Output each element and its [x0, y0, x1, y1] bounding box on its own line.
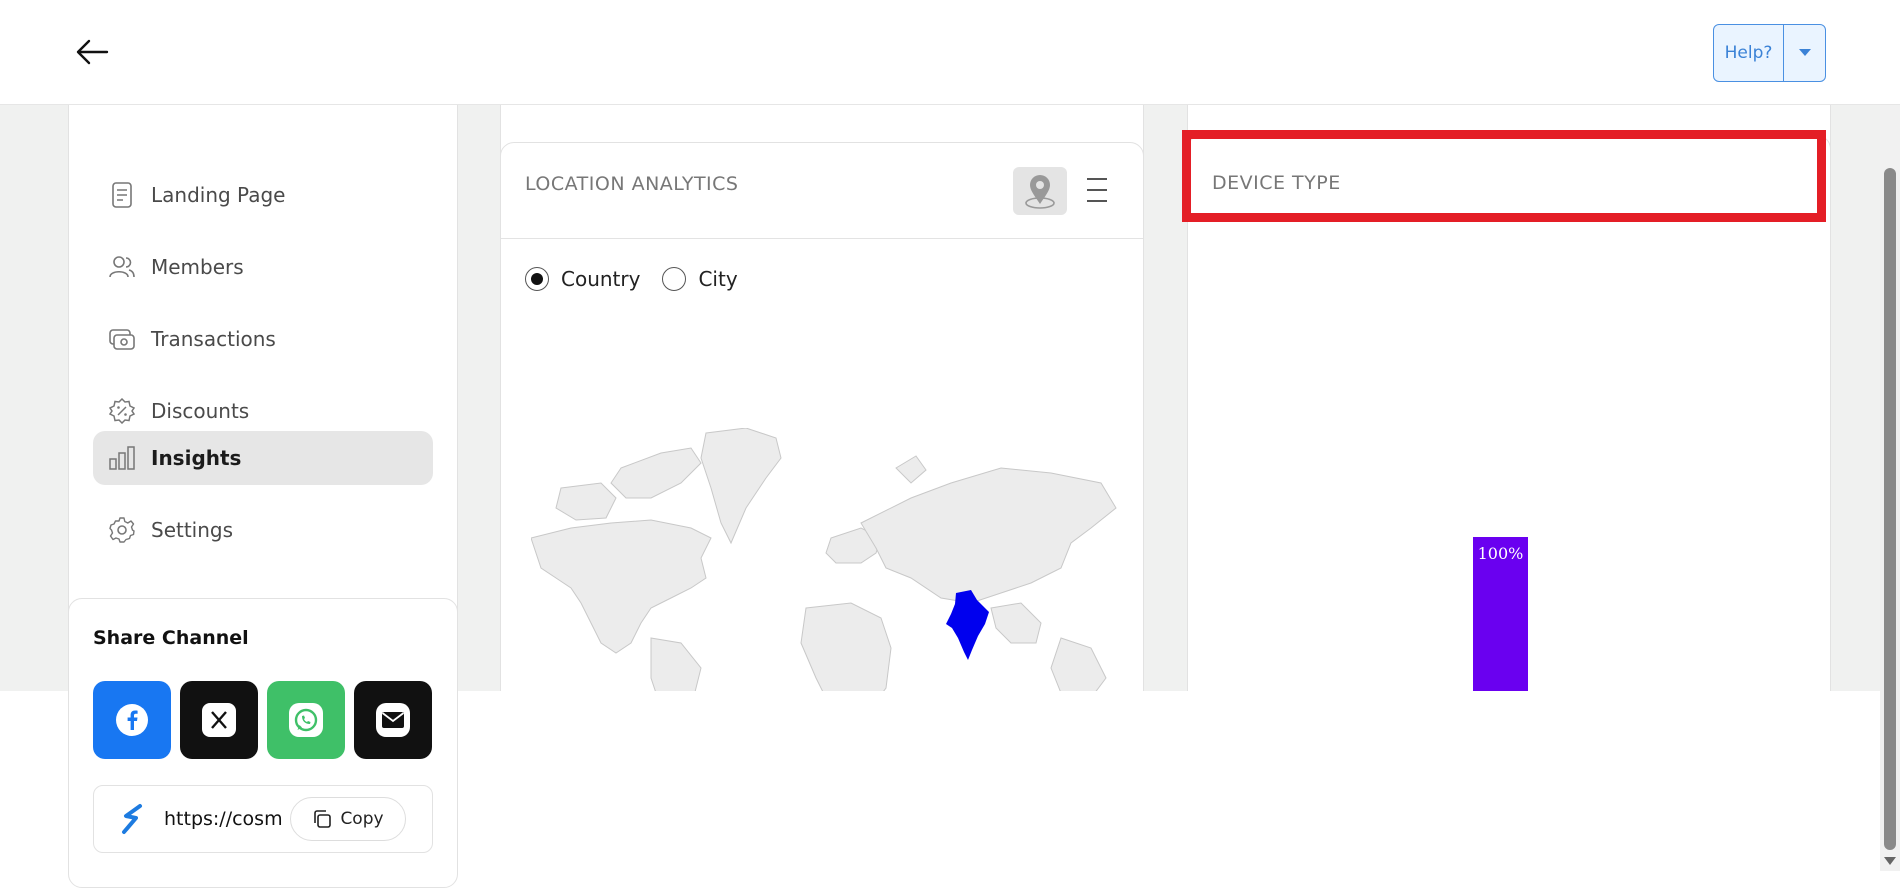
bar-chart-icon [109, 445, 135, 471]
sidebar-item-label: Members [151, 255, 244, 279]
back-button[interactable] [70, 34, 114, 70]
hamburger-line [1087, 200, 1107, 202]
location-analytics-title: LOCATION ANALYTICS [525, 173, 739, 195]
hamburger-line [1087, 189, 1107, 191]
sidebar-item-transactions[interactable]: Transactions [93, 312, 433, 366]
sidebar-item-landing-page[interactable]: Landing Page [93, 168, 433, 222]
bar-data-label: 100% [1477, 544, 1524, 563]
share-email-button[interactable] [354, 681, 432, 759]
sidebar-item-label: Transactions [151, 327, 276, 351]
sidebar-item-insights[interactable]: Insights [93, 431, 433, 485]
sidebar-item-label: Settings [151, 518, 234, 542]
help-dropdown-button[interactable] [1784, 25, 1825, 81]
x-icon [202, 703, 236, 737]
discount-badge-icon [109, 398, 135, 424]
top-bar: Help? [0, 0, 1900, 105]
chart-bar: 100% [1473, 537, 1528, 691]
share-link-box: https://cosm Copy [93, 785, 433, 853]
device-type-card: DEVICE TYPE 100% [1182, 130, 1831, 691]
sidebar-item-label: Discounts [151, 399, 250, 423]
chart-menu-button[interactable] [1083, 175, 1111, 205]
copy-label: Copy [340, 809, 384, 829]
caret-down-icon [1798, 49, 1811, 56]
sidebar-item-label: Landing Page [151, 183, 286, 207]
sidebar-item-settings[interactable]: Settings [93, 503, 433, 557]
map-pin-button[interactable] [1013, 167, 1067, 215]
scroll-down-arrow-icon[interactable] [1883, 855, 1897, 867]
whatsapp-icon [289, 703, 323, 737]
copy-link-button[interactable]: Copy [290, 797, 406, 841]
page-scrollbar[interactable] [1880, 105, 1900, 871]
sidebar-item-members[interactable]: Members [93, 240, 433, 294]
share-whatsapp-button[interactable] [267, 681, 345, 759]
help-button-group: Help? [1713, 24, 1826, 82]
arrow-left-icon [76, 39, 109, 65]
document-icon [109, 182, 135, 208]
share-facebook-button[interactable] [93, 681, 171, 759]
share-link-text: https://cosm [164, 808, 282, 830]
radio-label: City [698, 267, 738, 291]
share-channel-card: Share Channel https://cosm Copy [68, 598, 458, 888]
facebook-icon [116, 704, 148, 736]
users-icon [109, 254, 135, 280]
brand-logo-icon [116, 802, 150, 836]
radio-city[interactable]: City [662, 267, 738, 291]
share-channel-title: Share Channel [93, 627, 249, 649]
hamburger-icon [1087, 178, 1107, 180]
radio-label: Country [561, 267, 641, 291]
email-icon [376, 703, 410, 737]
copy-icon [314, 810, 332, 828]
divider [501, 238, 1143, 239]
scrollbar-thumb[interactable] [1884, 168, 1896, 850]
radio-button-checked[interactable] [525, 267, 549, 291]
highlight-box [1182, 130, 1826, 222]
wallet-icon [109, 326, 135, 352]
map-pin-icon [1025, 175, 1055, 209]
world-map [531, 428, 1117, 691]
radio-country[interactable]: Country [525, 267, 640, 291]
location-analytics-card: LOCATION ANALYTICS Country City [500, 142, 1144, 691]
help-button[interactable]: Help? [1714, 25, 1784, 81]
radio-button[interactable] [662, 267, 687, 291]
sidebar-item-label: Insights [151, 446, 242, 470]
highlighted-country [946, 590, 989, 660]
share-x-button[interactable] [180, 681, 258, 759]
gear-icon [109, 517, 135, 543]
location-type-radio-group: Country City [525, 267, 760, 291]
sidebar-item-discounts[interactable]: Discounts [93, 384, 433, 438]
